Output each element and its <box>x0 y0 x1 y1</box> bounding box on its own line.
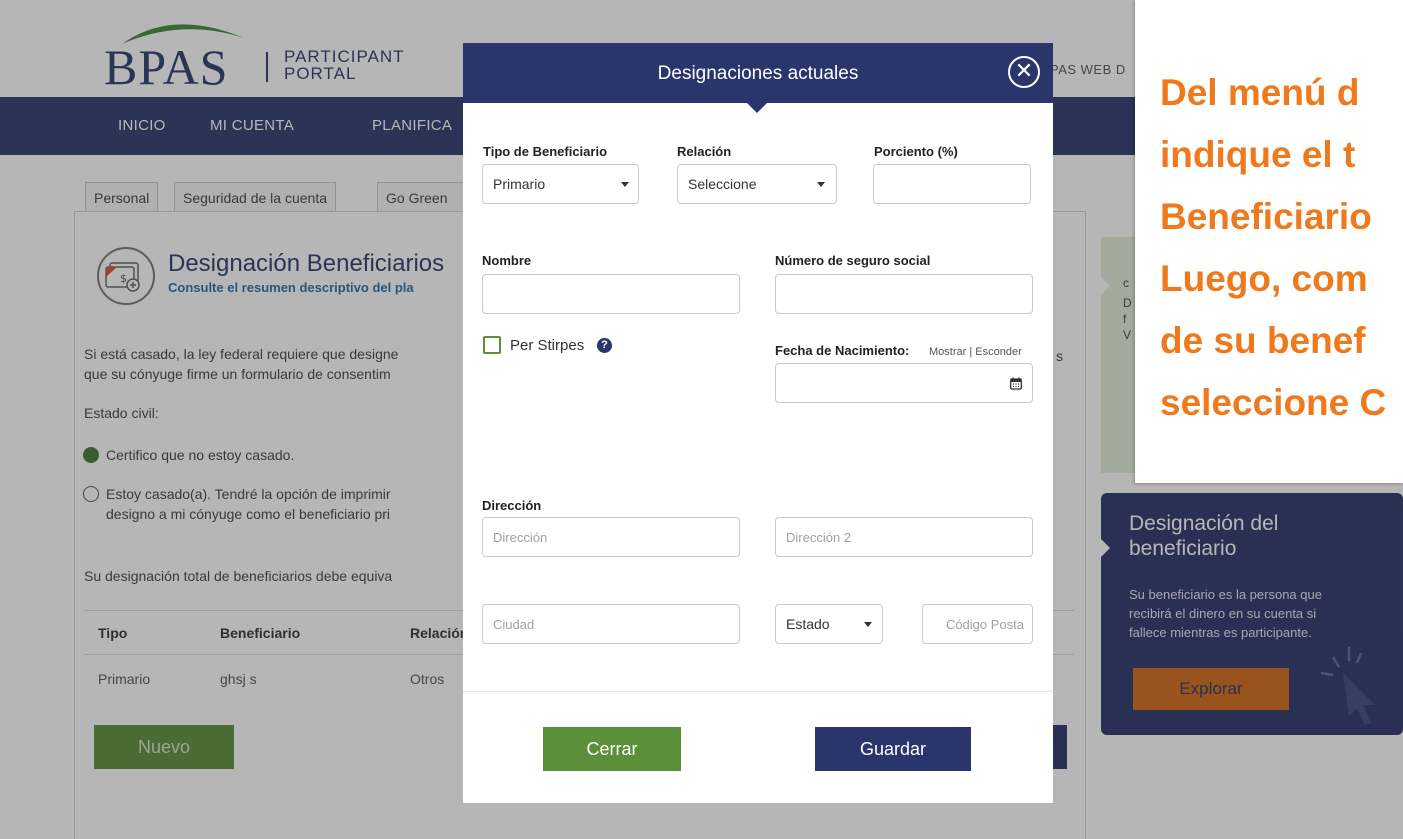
relationship-select[interactable]: Seleccione <box>677 164 837 204</box>
state-select[interactable]: Estado <box>775 604 883 644</box>
callout-line-5: de su benef <box>1160 320 1366 361</box>
per-stirpes-checkbox[interactable] <box>483 336 501 354</box>
show-ssn-link[interactable]: Mostrar <box>929 346 966 358</box>
close-icon[interactable]: ✕ <box>1008 56 1040 88</box>
address2-input[interactable] <box>775 517 1033 557</box>
chevron-down-icon <box>817 182 825 187</box>
city-input[interactable] <box>482 604 740 644</box>
dob-label: Fecha de Nacimiento: <box>775 343 910 358</box>
callout-line-2: indique el t <box>1160 134 1356 175</box>
calendar-icon[interactable] <box>1010 377 1022 390</box>
close-button[interactable]: Cerrar <box>543 727 681 771</box>
ssn-input[interactable] <box>775 274 1033 314</box>
ssn-label: Número de seguro social <box>775 253 931 268</box>
instruction-callout: Del menú d indique el t Beneficiario Lue… <box>1135 0 1403 483</box>
per-stirpes-label: Per Stirpes <box>510 337 585 354</box>
zip-input[interactable] <box>922 604 1033 644</box>
percent-input[interactable] <box>873 164 1031 204</box>
callout-text: Del menú d indique el t Beneficiario Lue… <box>1160 62 1386 434</box>
modal-title: Designaciones actuales <box>657 63 859 84</box>
callout-line-6: seleccione C <box>1160 382 1387 423</box>
hide-ssn-link[interactable]: Esconder <box>975 346 1021 358</box>
beneficiary-type-select[interactable]: Primario <box>482 164 639 204</box>
callout-line-1: Del menú d <box>1160 72 1360 113</box>
percent-label: Porciento (%) <box>874 144 958 159</box>
name-label: Nombre <box>482 253 532 268</box>
modal-footer-divider <box>463 691 1053 692</box>
designations-modal: Designaciones actuales ✕ Tipo de Benefic… <box>463 43 1053 803</box>
relationship-value: Seleccione <box>688 176 757 192</box>
question-circle-icon[interactable]: ? <box>597 338 612 353</box>
callout-line-4: Luego, com <box>1160 258 1368 299</box>
chevron-down-icon <box>864 622 872 627</box>
address-label: Dirección <box>482 498 542 513</box>
address-input[interactable] <box>482 517 740 557</box>
save-button[interactable]: Guardar <box>815 727 971 771</box>
beneficiary-type-label: Tipo de Beneficiario <box>483 144 608 159</box>
relationship-label: Relación <box>677 144 732 159</box>
chevron-down-icon <box>621 182 629 187</box>
callout-line-3: Beneficiario <box>1160 196 1372 237</box>
dob-input[interactable] <box>775 363 1033 403</box>
header-pointer <box>746 102 768 113</box>
ssn-visibility-links: Mostrar | Esconder <box>929 346 1022 358</box>
name-input[interactable] <box>482 274 740 314</box>
modal-header: Designaciones actuales ✕ <box>463 43 1053 103</box>
beneficiary-type-value: Primario <box>493 176 546 192</box>
state-value: Estado <box>786 616 830 632</box>
